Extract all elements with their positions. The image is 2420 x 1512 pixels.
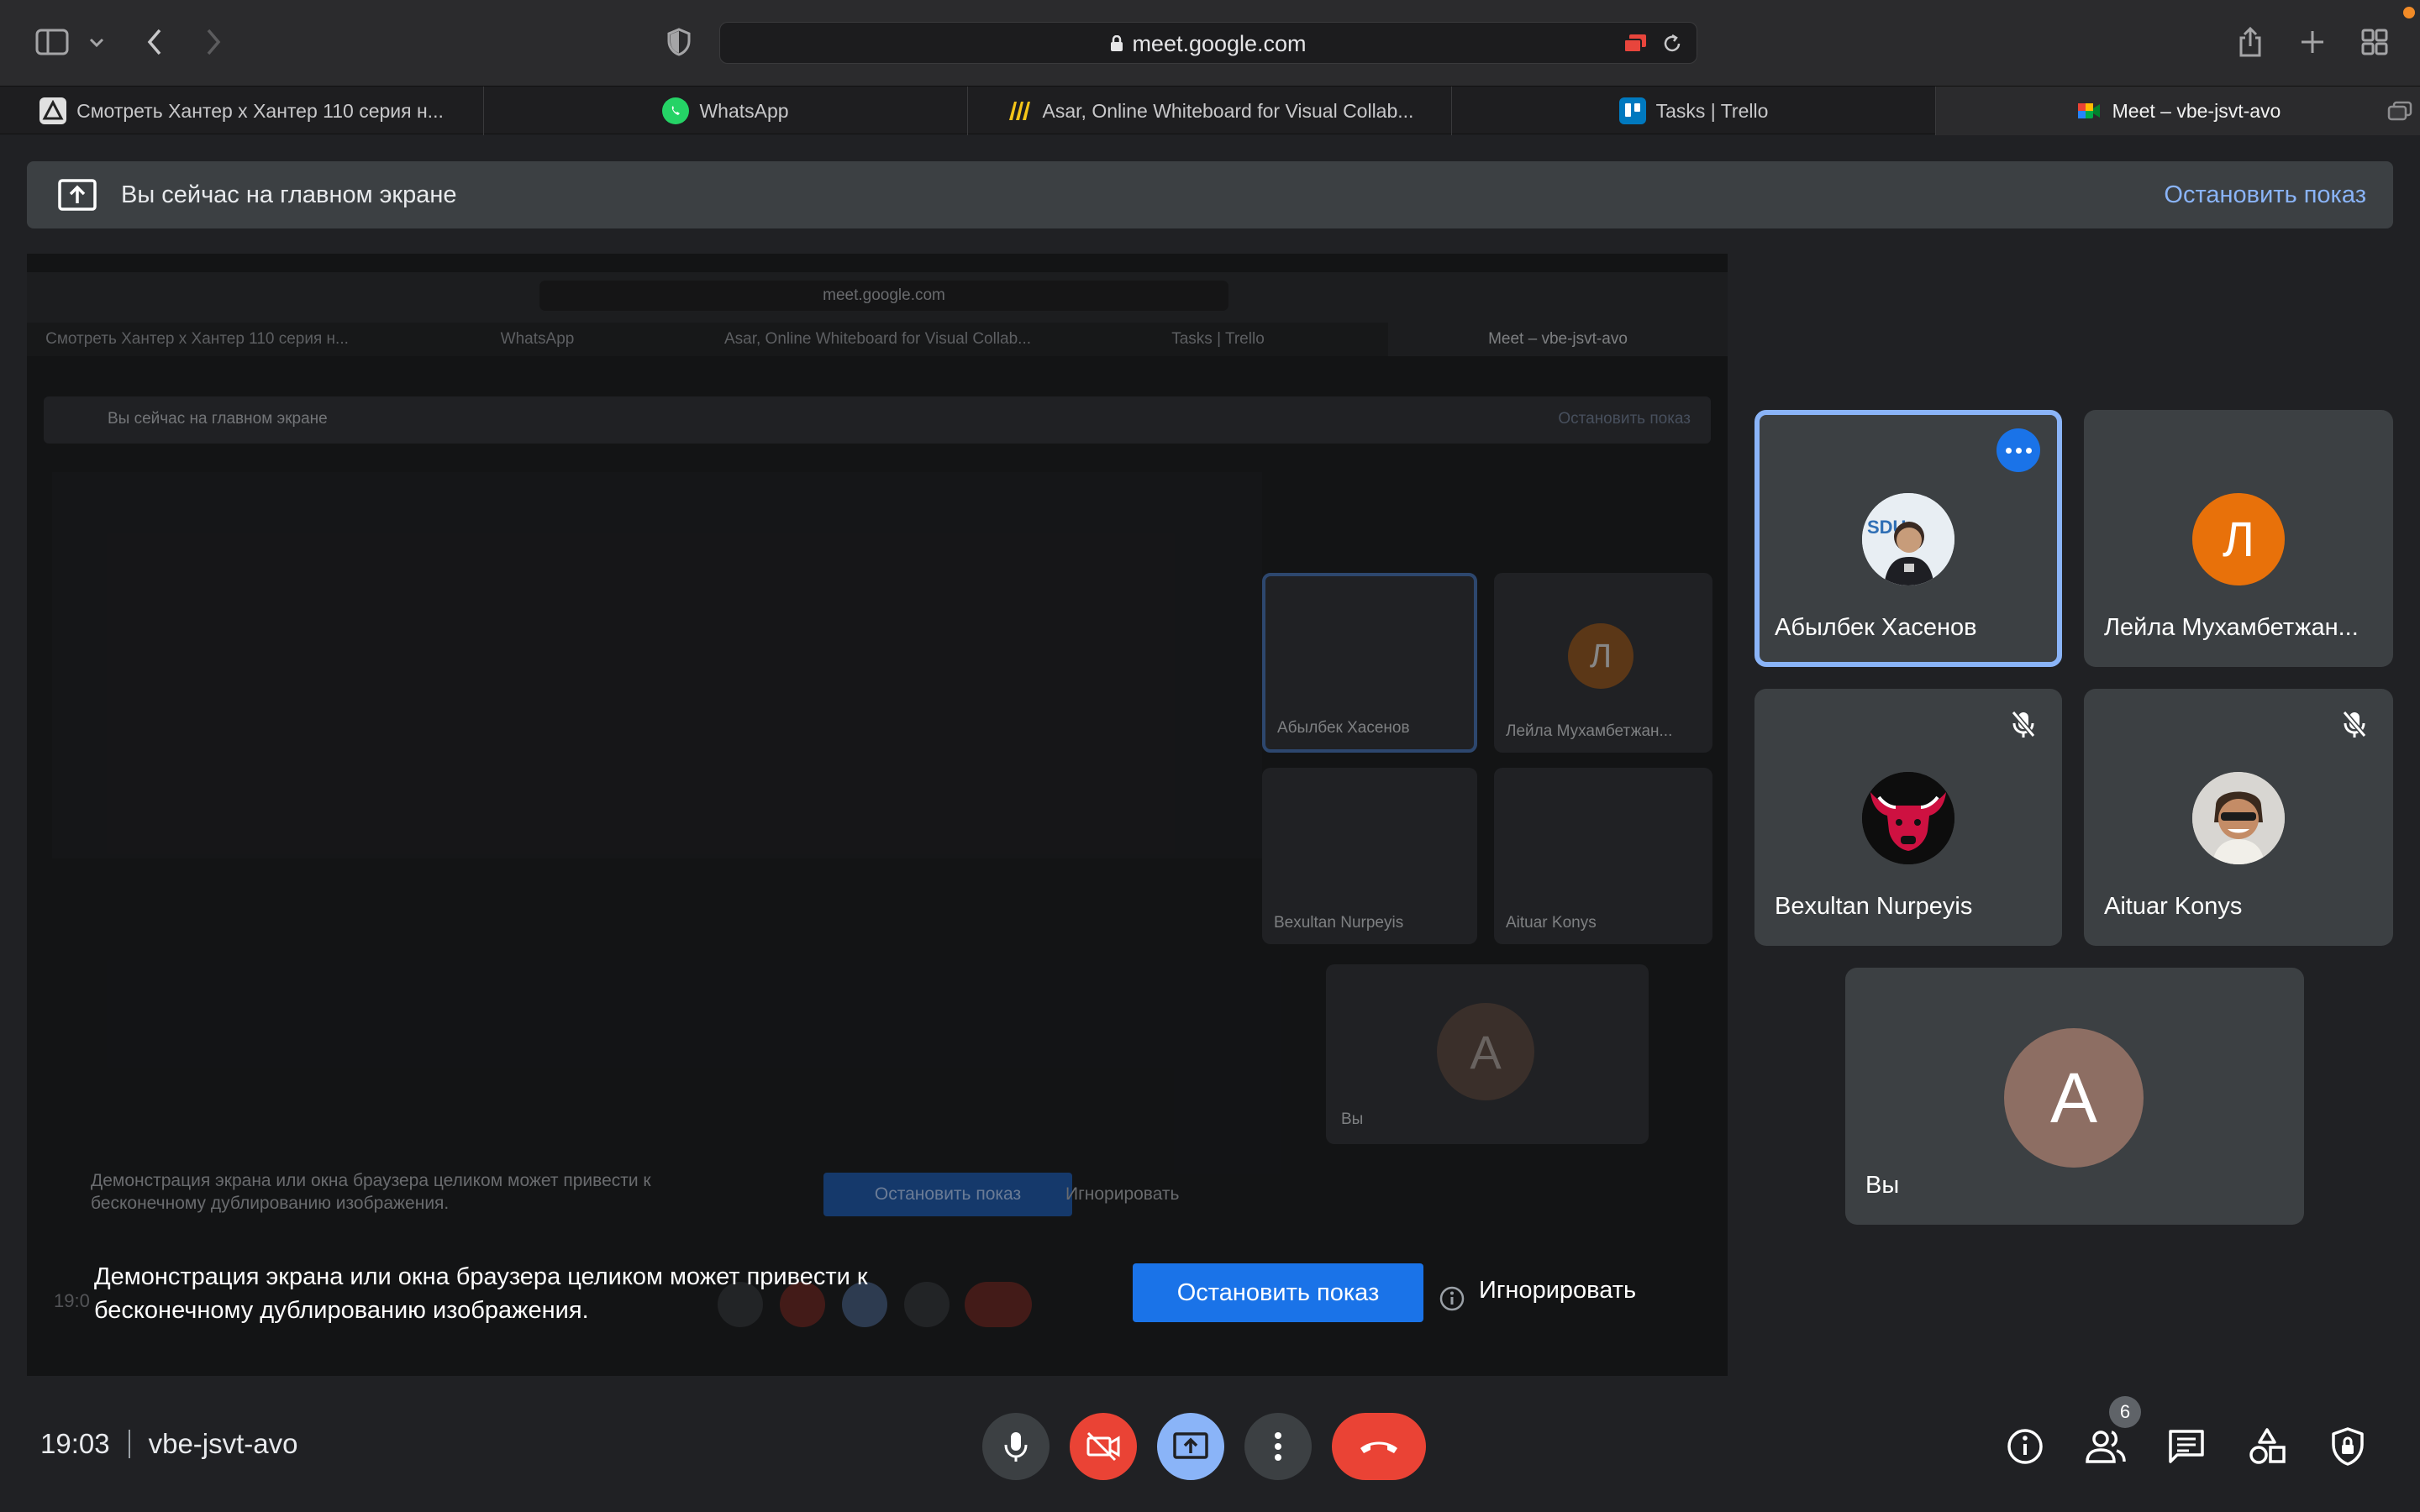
back-icon[interactable] [139, 25, 170, 59]
tab-label: Meet – vbe-jsvt-avo [2112, 99, 2281, 122]
ignore-button[interactable]: Игнорировать [1479, 1277, 1636, 1305]
microphone-button[interactable] [982, 1413, 1050, 1480]
more-options-button[interactable] [1244, 1413, 1312, 1480]
activities-button[interactable] [2245, 1425, 2289, 1468]
avatar: Л [2192, 493, 2285, 585]
notification-dot [2403, 7, 2415, 18]
new-tab-icon[interactable] [2296, 25, 2329, 59]
tab-label: Asar, Online Whiteboard for Visual Colla… [1042, 99, 1414, 122]
stop-presenting-button[interactable]: Остановить показ [1133, 1263, 1423, 1322]
participant-tile[interactable]: SDU Абылбек Хасенов [1754, 410, 2062, 667]
asar-icon [1006, 97, 1033, 124]
google-meet-icon [2075, 97, 2102, 124]
screen-recording-icon[interactable] [1623, 33, 1648, 59]
host-controls-button[interactable] [2326, 1425, 2370, 1468]
participant-tile[interactable]: Л Лейла Мухамбетжан... [2084, 410, 2393, 667]
share-icon[interactable] [2233, 24, 2267, 60]
divider [128, 1430, 130, 1458]
meeting-code: vbe-jsvt-avo [148, 1428, 298, 1459]
muted-mic-icon [2007, 707, 2040, 741]
avatar: SDU [1862, 493, 1954, 585]
muted-mic-icon [2338, 707, 2371, 741]
shield-lock-icon [2332, 1427, 2364, 1466]
people-button[interactable] [2084, 1425, 2128, 1468]
address-bar[interactable]: meet.google.com [719, 22, 1697, 64]
more-vert-icon [1275, 1432, 1281, 1461]
meeting-details-button[interactable] [2003, 1425, 2047, 1468]
camera-off-button[interactable] [1070, 1413, 1137, 1480]
camera-off-icon [1086, 1431, 1120, 1462]
sidebar-toggle-icon[interactable] [34, 27, 71, 57]
tab-whatsapp[interactable]: WhatsApp [484, 87, 968, 135]
reload-icon[interactable] [1661, 33, 1683, 59]
participant-tile[interactable]: Aituar Konys [2084, 689, 2393, 946]
privacy-shield-icon[interactable] [664, 25, 694, 59]
chicago-bulls-avatar [1862, 772, 1954, 864]
present-screen-button[interactable] [1157, 1413, 1224, 1480]
participant-name: Лейла Мухамбетжан... [2104, 614, 2359, 641]
mic-icon [1004, 1432, 1028, 1462]
tab-overview-icon[interactable] [2358, 25, 2391, 59]
leave-call-button[interactable] [1332, 1413, 1426, 1480]
chevron-down-icon[interactable] [84, 30, 109, 55]
participant-name: Aituar Konys [2104, 893, 2243, 920]
tab-label: Tasks | Trello [1655, 99, 1769, 122]
hang-up-icon [1360, 1441, 1397, 1453]
stop-presenting-link[interactable]: Остановить показ [2164, 161, 2366, 228]
tab-anime[interactable]: Смотреть Хантер х Хантер 110 серия н... [0, 87, 484, 135]
presentation-preview: meet.google.com Смотреть Хантер х Хантер… [27, 254, 1728, 1376]
tab-label: WhatsApp [699, 99, 789, 122]
whatsapp-icon [662, 97, 690, 124]
meeting-time: 19:03 [40, 1428, 110, 1459]
info-icon[interactable] [1439, 1285, 1465, 1312]
avatar: A [2004, 1028, 2144, 1168]
participant-name: Вы [1865, 1172, 1900, 1199]
chat-button[interactable] [2165, 1425, 2208, 1468]
trello-icon [1618, 97, 1646, 124]
participant-name: Bexultan Nurpeyis [1775, 893, 1973, 920]
people-icon [2086, 1431, 2126, 1463]
tab-group-icon[interactable] [2385, 98, 2415, 123]
chat-icon [2169, 1430, 2204, 1463]
warning-text: Демонстрация экрана или окна браузера це… [94, 1263, 868, 1324]
tab-asar[interactable]: Asar, Online Whiteboard for Visual Colla… [968, 87, 1452, 135]
self-tile[interactable]: A Вы [1845, 968, 2304, 1225]
forward-icon[interactable] [198, 25, 229, 59]
tab-bar: Смотреть Хантер х Хантер 110 серия н... … [0, 86, 2420, 135]
present-screen-icon [57, 178, 97, 212]
participant-name: Абылбек Хасенов [1775, 614, 1977, 641]
url-text: meet.google.com [1132, 30, 1307, 56]
people-count-badge: 6 [2109, 1396, 2141, 1428]
activities-icon [2249, 1428, 2286, 1464]
banner-text: Вы сейчас на главном экране [121, 181, 457, 208]
tab-label: Смотреть Хантер х Хантер 110 серия н... [76, 99, 444, 122]
more-options-button[interactable] [1996, 428, 2040, 472]
tab-trello[interactable]: Tasks | Trello [1452, 87, 1936, 135]
lock-icon [1111, 35, 1123, 51]
browser-toolbar: meet.google.com [0, 0, 2420, 86]
meeting-info: 19:03 vbe-jsvt-avo [40, 1428, 297, 1460]
preview-dim-overlay [27, 254, 1728, 1376]
anime-site-icon [39, 97, 67, 124]
presenting-banner: Вы сейчас на главном экране Остановить п… [27, 161, 2393, 228]
tab-meet[interactable]: Meet – vbe-jsvt-avo [1936, 87, 2420, 135]
info-icon [2007, 1429, 2043, 1464]
participant-tile[interactable]: Bexultan Nurpeyis [1754, 689, 2062, 946]
present-icon [1173, 1432, 1208, 1459]
bottom-bar: 19:03 vbe-jsvt-avo 6 [0, 1394, 2420, 1512]
avatar [2192, 772, 2285, 864]
